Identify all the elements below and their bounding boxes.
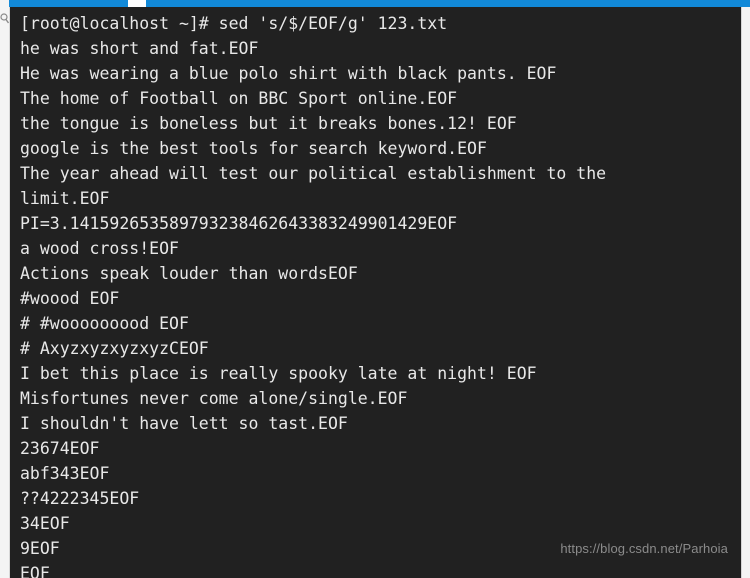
window-tab-gap[interactable] [128, 0, 146, 7]
left-gutter [0, 0, 10, 578]
output-line: the tongue is boneless but it breaks bon… [20, 114, 517, 133]
terminal-output: [root@localhost ~]# sed 's/$/EOF/g' 123.… [20, 11, 742, 578]
output-line: # AxyzxyzxyzxyzCEOF [20, 339, 209, 358]
output-line: I shouldn't have lett so tast.EOF [20, 414, 348, 433]
output-line: limit.EOF [20, 189, 110, 208]
output-line: The home of Football on BBC Sport online… [20, 89, 458, 108]
output-line: # #wooooooood EOF [20, 314, 189, 333]
right-gutter-scrollbar[interactable] [741, 7, 750, 578]
output-line: 23674EOF [20, 439, 100, 458]
output-line: a wood cross!EOF [20, 239, 179, 258]
output-line: The year ahead will test our political e… [20, 164, 607, 183]
output-line: google is the best tools for search keyw… [20, 139, 487, 158]
terminal-screen[interactable]: [root@localhost ~]# sed 's/$/EOF/g' 123.… [10, 7, 742, 578]
output-line: Misfortunes never come alone/single.EOF [20, 389, 408, 408]
output-line: PI=3.14159265358979323846264338324990142… [20, 214, 458, 233]
search-icon[interactable] [0, 12, 9, 26]
output-line: I bet this place is really spooky late a… [20, 364, 537, 383]
output-line: 34EOF [20, 514, 70, 533]
prompt-line: [root@localhost ~]# sed 's/$/EOF/g' 123.… [20, 14, 448, 33]
output-line: EOF [20, 564, 50, 578]
terminal-window: [root@localhost ~]# sed 's/$/EOF/g' 123.… [0, 0, 750, 578]
output-line: ??4222345EOF [20, 489, 140, 508]
output-line: abf343EOF [20, 464, 110, 483]
output-line: Actions speak louder than wordsEOF [20, 264, 358, 283]
window-titlebar-strip[interactable] [9, 0, 750, 7]
output-line: he was short and fat.EOF [20, 39, 259, 58]
output-line: #woood EOF [20, 289, 120, 308]
output-line: He was wearing a blue polo shirt with bl… [20, 64, 557, 83]
watermark: https://blog.csdn.net/Parhoia [560, 541, 728, 556]
